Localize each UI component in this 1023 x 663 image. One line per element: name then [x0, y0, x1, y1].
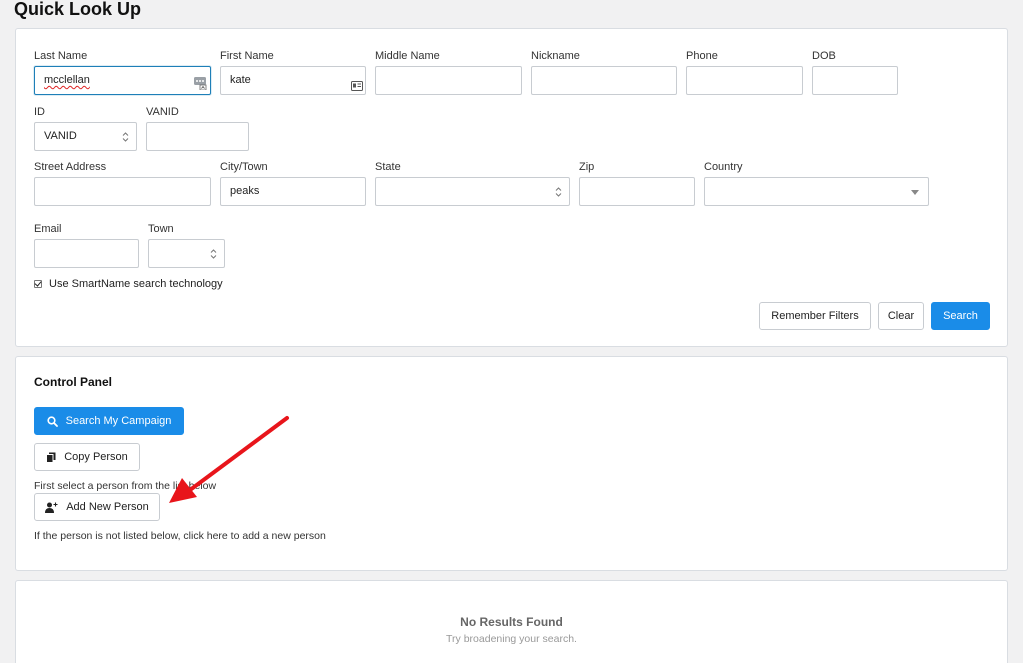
nickname-label: Nickname — [531, 50, 580, 62]
add-new-person-label: Add New Person — [66, 501, 149, 513]
page-title: Quick Look Up — [14, 0, 142, 19]
email-input[interactable] — [34, 239, 139, 268]
add-user-icon — [45, 502, 58, 513]
dropdown-caret-icon — [911, 190, 919, 195]
city-town-label: City/Town — [220, 161, 268, 173]
copy-person-hint: First select a person from the list belo… — [34, 480, 217, 492]
town-label: Town — [148, 223, 174, 235]
smartname-label: Use SmartName search technology — [49, 278, 223, 290]
id-select-value: VANID — [44, 130, 77, 142]
state-select[interactable] — [375, 177, 570, 206]
control-panel: Control Panel Search My Campaign Copy Pe… — [15, 356, 1008, 571]
contact-card-icon[interactable] — [351, 75, 363, 94]
select-arrows-icon — [555, 187, 562, 197]
filters-panel: Last Name mcclellan First Name kate Midd… — [15, 28, 1008, 347]
smartname-option[interactable]: Use SmartName search technology — [34, 278, 223, 290]
zip-input[interactable] — [579, 177, 695, 206]
search-button[interactable]: Search — [931, 302, 990, 330]
zip-label: Zip — [579, 161, 595, 173]
first-name-input[interactable]: kate — [220, 66, 366, 95]
country-label: Country — [704, 161, 743, 173]
control-panel-title: Control Panel — [34, 375, 113, 389]
clear-button[interactable]: Clear — [878, 302, 924, 330]
nickname-input[interactable] — [531, 66, 677, 95]
last-name-value: mcclellan — [44, 74, 90, 86]
copy-person-label: Copy Person — [64, 451, 128, 463]
copy-icon — [46, 452, 56, 463]
last-name-input[interactable]: mcclellan — [34, 66, 211, 95]
remember-filters-button[interactable]: Remember Filters — [759, 302, 871, 330]
results-panel: No Results Found Try broadening your sea… — [15, 580, 1008, 663]
dob-label: DOB — [812, 50, 836, 62]
middle-name-label: Middle Name — [375, 50, 440, 62]
id-select[interactable]: VANID — [34, 122, 137, 151]
vanid-input[interactable] — [146, 122, 249, 151]
id-label: ID — [34, 106, 45, 118]
first-name-label: First Name — [220, 50, 274, 62]
no-results-title: No Results Found — [460, 615, 563, 629]
email-label: Email — [34, 223, 62, 235]
vanid-label: VANID — [146, 106, 179, 118]
dob-input[interactable] — [812, 66, 898, 95]
phone-input[interactable] — [686, 66, 803, 95]
smartname-checkbox[interactable] — [34, 280, 42, 288]
select-arrows-icon — [210, 249, 217, 259]
last-name-label: Last Name — [34, 50, 88, 62]
state-label: State — [375, 161, 401, 173]
add-new-person-button[interactable]: Add New Person — [34, 493, 160, 521]
city-town-input[interactable]: peaks — [220, 177, 366, 206]
country-dropdown[interactable] — [704, 177, 929, 206]
town-select[interactable] — [148, 239, 225, 268]
copy-person-button[interactable]: Copy Person — [34, 443, 140, 471]
search-icon — [47, 415, 58, 427]
phone-label: Phone — [686, 50, 718, 62]
first-name-value: kate — [230, 74, 251, 86]
select-arrows-icon — [122, 132, 129, 142]
middle-name-input[interactable] — [375, 66, 522, 95]
street-address-label: Street Address — [34, 161, 107, 173]
search-my-campaign-button[interactable]: Search My Campaign — [34, 407, 184, 435]
search-my-campaign-label: Search My Campaign — [65, 415, 172, 427]
password-dots-icon[interactable] — [194, 74, 207, 94]
add-person-hint: If the person is not listed below, click… — [34, 530, 326, 542]
no-results-subtitle: Try broadening your search. — [446, 633, 577, 645]
street-address-input[interactable] — [34, 177, 211, 206]
